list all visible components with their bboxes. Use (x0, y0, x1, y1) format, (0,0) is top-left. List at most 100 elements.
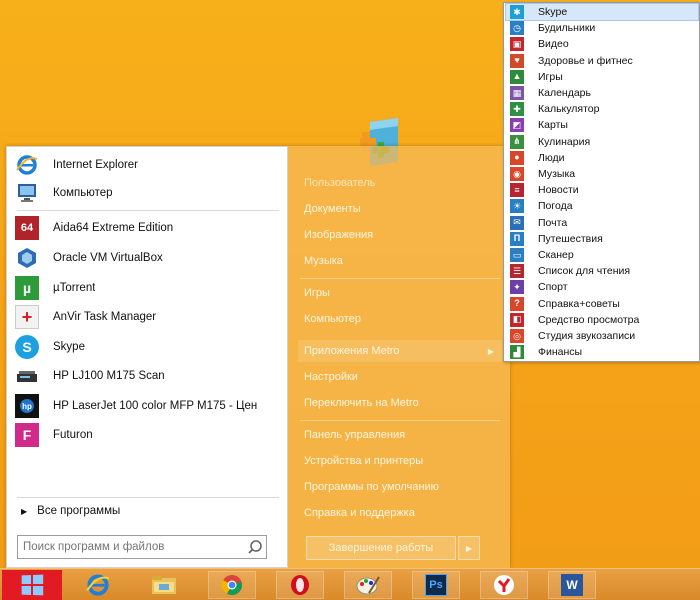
futuron-icon: F (15, 423, 39, 447)
metro-app-scanner[interactable]: ▭ Сканер (506, 247, 698, 263)
metro-app-label: Погода (538, 200, 573, 213)
program-virtualbox[interactable]: Oracle VM VirtualBox (11, 244, 287, 272)
metro-app-label: Календарь (538, 87, 591, 100)
taskbar: Ps W (0, 568, 700, 600)
metro-app-music[interactable]: ◉ Музыка (506, 166, 698, 182)
metro-app-alarms[interactable]: ◷ Будильники (506, 20, 698, 36)
metro-app-video[interactable]: ▣ Видео (506, 36, 698, 52)
food-icon: ⋔ (510, 134, 524, 149)
metro-app-label: Почта (538, 216, 568, 229)
viewer-icon: ◧ (510, 312, 524, 327)
metro-app-maps[interactable]: ◩ Карты (506, 117, 698, 133)
program-computer[interactable]: Компьютер (11, 179, 287, 207)
hp-laserjet-icon: hp (15, 394, 39, 418)
program-futuron[interactable]: F Futuron (11, 421, 287, 449)
search-input[interactable] (18, 536, 244, 558)
user-name-link[interactable]: Пользователь (298, 172, 502, 194)
metro-app-viewer[interactable]: ◧ Средство просмотра (506, 312, 698, 328)
default-programs-link[interactable]: Программы по умолчанию (298, 476, 502, 498)
program-aida64[interactable]: 64 Aida64 Extreme Edition (11, 214, 287, 242)
program-utorrent[interactable]: µ µTorrent (11, 274, 287, 302)
skype-icon: S (15, 335, 39, 359)
music-link[interactable]: Музыка (298, 250, 502, 272)
programs-pane: Internet Explorer Компьютер 64 Aida64 Ex… (6, 146, 288, 568)
metro-app-label: Музыка (538, 168, 576, 181)
video-icon: ▣ (510, 37, 524, 52)
switch-to-metro-link[interactable]: Переключить на Metro (298, 392, 502, 414)
program-hp-scan[interactable]: HP LJ100 M175 Scan (11, 362, 287, 390)
taskbar-file-explorer[interactable] (140, 571, 188, 599)
photoshop-icon: Ps (425, 574, 447, 596)
metro-app-label: Видео (538, 38, 569, 51)
metro-app-label: Здоровье и фитнес (538, 54, 633, 67)
devices-printers-link[interactable]: Устройства и принтеры (298, 450, 502, 472)
taskbar-paint[interactable] (344, 571, 392, 599)
taskbar-word[interactable]: W (548, 571, 596, 599)
metro-app-label: Карты (538, 119, 568, 132)
taskbar-opera[interactable] (276, 571, 324, 599)
divider (17, 210, 279, 211)
desktop[interactable]: Internet Explorer Компьютер 64 Aida64 Ex… (0, 0, 700, 600)
paint-icon (356, 576, 380, 595)
divider (300, 278, 500, 279)
settings-link[interactable]: Настройки (298, 366, 502, 388)
program-anvir[interactable]: + AnVir Task Manager (11, 303, 287, 331)
metro-app-label: Путешествия (538, 232, 603, 245)
metro-app-sport[interactable]: ✦ Спорт (506, 279, 698, 295)
start-button[interactable] (2, 570, 62, 600)
metro-app-food[interactable]: ⋔ Кулинария (506, 134, 698, 150)
shutdown-button[interactable]: Завершение работы (306, 536, 456, 560)
games-link[interactable]: Игры (298, 282, 502, 304)
shutdown-options-button[interactable]: ▶ (458, 536, 480, 560)
program-label: Компьютер (53, 187, 113, 199)
metro-app-health[interactable]: ♥ Здоровье и фитнес (506, 53, 698, 69)
control-panel-link[interactable]: Панель управления (298, 424, 502, 446)
skype-icon: ✱ (510, 5, 524, 20)
computer-icon (15, 181, 39, 205)
program-hp-laserjet[interactable]: hp HP LaserJet 100 color MFP M175 - Цен (11, 392, 287, 420)
metro-app-label: Новости (538, 184, 579, 197)
metro-app-calendar[interactable]: ▦ Календарь (506, 85, 698, 101)
metro-app-calculator[interactable]: ✚ Калькулятор (506, 101, 698, 117)
metro-apps-label: Приложения Metro (304, 345, 400, 357)
computer-link[interactable]: Компьютер (298, 308, 502, 330)
images-link[interactable]: Изображения (298, 224, 502, 246)
divider (17, 497, 279, 498)
metro-app-sound-recorder[interactable]: ◎ Студия звукозаписи (506, 328, 698, 344)
maps-icon: ◩ (510, 118, 524, 133)
documents-link[interactable]: Документы (298, 198, 502, 220)
metro-app-games[interactable]: ▲ Игры (506, 69, 698, 85)
program-label: HP LaserJet 100 color MFP M175 - Цен (53, 400, 258, 412)
metro-app-people[interactable]: ● Люди (506, 150, 698, 166)
program-label: HP LJ100 M175 Scan (53, 370, 165, 382)
taskbar-internet-explorer[interactable] (74, 571, 122, 599)
metro-app-reading-list[interactable]: ☰ Список для чтения (506, 263, 698, 279)
utorrent-icon: µ (15, 276, 39, 300)
help-support-link[interactable]: Справка и поддержка (298, 502, 502, 524)
metro-app-help-tips[interactable]: ? Справка+советы (506, 296, 698, 312)
metro-app-label: Skype (538, 6, 568, 19)
metro-app-skype[interactable]: ✱ Skype (505, 2, 699, 22)
scanner-icon: ▭ (510, 248, 524, 263)
search-icon[interactable] (244, 536, 266, 558)
windows-logo-icon (21, 574, 44, 596)
metro-apps-link[interactable]: Приложения Metro ▶ (298, 340, 502, 362)
metro-app-news[interactable]: ≡ Новости (506, 182, 698, 198)
metro-app-travel[interactable]: Π Путешествия (506, 231, 698, 247)
program-label: Skype (53, 341, 85, 353)
metro-app-weather[interactable]: ☀ Погода (506, 198, 698, 214)
sport-icon: ✦ (510, 280, 524, 295)
metro-app-label: Сканер (538, 249, 574, 262)
taskbar-chrome[interactable] (208, 571, 256, 599)
metro-app-finance[interactable]: ▟ Финансы (506, 344, 698, 360)
taskbar-photoshop[interactable]: Ps (412, 571, 460, 599)
all-programs-button[interactable]: ▶ Все программы (21, 505, 120, 517)
metro-app-mail[interactable]: ✉ Почта (506, 215, 698, 231)
shutdown-group: Завершение работы ▶ (306, 536, 480, 560)
program-internet-explorer[interactable]: Internet Explorer (11, 151, 287, 179)
taskbar-yandex-browser[interactable] (480, 571, 528, 599)
search-box[interactable] (17, 535, 267, 559)
calculator-icon: ✚ (510, 102, 524, 117)
metro-apps-submenu: ✱ Skype ◷ Будильники ▣ Видео ♥ Здоровье … (503, 2, 700, 362)
program-skype[interactable]: S Skype (11, 333, 287, 361)
